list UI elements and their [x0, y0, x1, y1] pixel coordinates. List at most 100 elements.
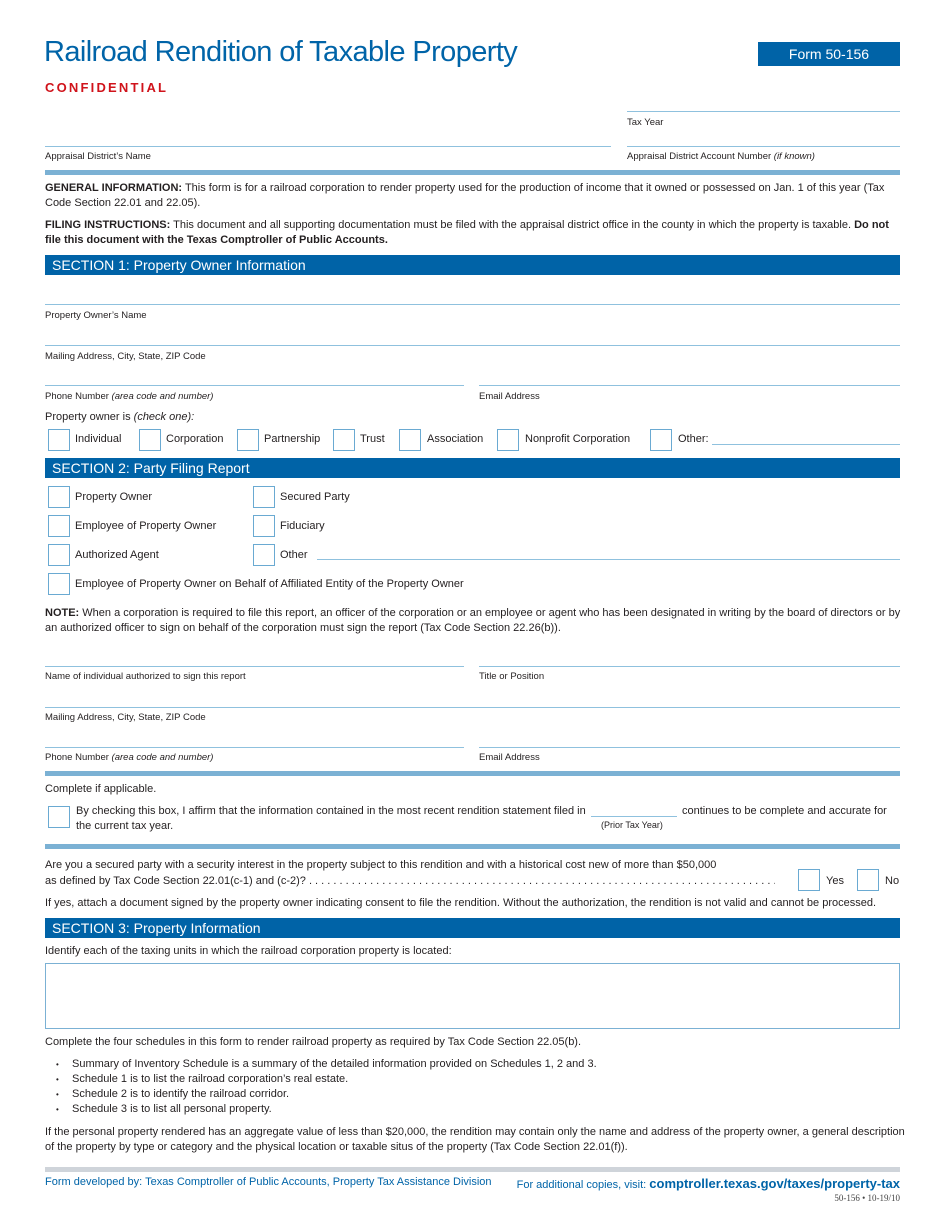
filing-instructions: FILING INSTRUCTIONS: This document and a…	[45, 218, 905, 248]
additional-copies-label: For additional copies, visit:	[516, 1179, 650, 1191]
other-party-field[interactable]	[317, 559, 900, 560]
taxing-units-textarea[interactable]	[45, 963, 900, 1029]
form-title: Railroad Rendition of Taxable Property	[44, 36, 518, 68]
general-information: GENERAL INFORMATION: This form is for a …	[45, 181, 905, 211]
complete-schedules-text: Complete the four schedules in this form…	[45, 1036, 582, 1048]
label-fiduciary: Fiduciary	[280, 520, 325, 532]
checkbox-employee-of-owner[interactable]	[48, 515, 70, 537]
signer-phone-text: Phone Number	[45, 752, 109, 763]
complete-if-applicable: Complete if applicable.	[45, 783, 157, 795]
account-number-text: Appraisal District Account Number	[627, 151, 772, 162]
checkbox-secured-party[interactable]	[253, 486, 275, 508]
signer-address-field[interactable]	[45, 707, 900, 708]
owner-name-label: Property Owner’s Name	[45, 310, 147, 321]
note-label: NOTE:	[45, 607, 80, 619]
owner-type-prompt-note: (check one):	[133, 411, 195, 423]
prior-tax-year-field[interactable]	[591, 816, 677, 817]
checkbox-authorized-agent[interactable]	[48, 544, 70, 566]
owner-phone-note: (area code and number)	[111, 391, 214, 402]
secured-party-question-line2: as defined by Tax Code Section 22.01(c-1…	[45, 875, 775, 887]
owner-address-field[interactable]	[45, 345, 900, 346]
section-3-header: SECTION 3: Property Information	[45, 918, 900, 938]
affirm-text-2: continues to be complete and accurate fo…	[682, 805, 887, 817]
label-secured-no: No	[885, 875, 900, 887]
label-employee-of-owner: Employee of Property Owner	[75, 520, 217, 532]
signer-address-label: Mailing Address, City, State, ZIP Code	[45, 712, 206, 723]
checkbox-other-owner-type[interactable]	[650, 429, 672, 451]
title-position-field[interactable]	[479, 666, 900, 667]
schedules-list: Summary of Inventory Schedule is a summa…	[56, 1057, 597, 1117]
label-authorized-agent: Authorized Agent	[75, 549, 159, 561]
divider	[45, 170, 900, 175]
label-other-owner-type: Other:	[678, 433, 709, 445]
checkbox-other-party[interactable]	[253, 544, 275, 566]
additional-copies: For additional copies, visit: comptrolle…	[517, 1176, 900, 1191]
list-item: Summary of Inventory Schedule is a summa…	[56, 1057, 597, 1072]
label-corporation: Corporation	[166, 433, 224, 445]
affirm-text-3: the current tax year.	[76, 820, 174, 832]
divider	[45, 844, 900, 849]
label-secured-party: Secured Party	[280, 491, 350, 503]
account-number-label: Appraisal District Account Number (if kn…	[627, 151, 815, 162]
appraisal-district-name-field[interactable]	[45, 146, 611, 147]
checkbox-secured-no[interactable]	[857, 869, 879, 891]
signer-email-label: Email Address	[479, 752, 540, 763]
checkbox-fiduciary[interactable]	[253, 515, 275, 537]
signer-name-label: Name of individual authorized to sign th…	[45, 671, 246, 682]
checkbox-employee-affiliated-entity[interactable]	[48, 573, 70, 595]
owner-name-field[interactable]	[45, 304, 900, 305]
label-association: Association	[427, 433, 484, 445]
confidential-label: CONFIDENTIAL	[45, 80, 169, 95]
form-code: 50-156 • 10-19/10	[834, 1193, 900, 1203]
section-1-header: SECTION 1: Property Owner Information	[45, 255, 900, 275]
signer-name-field[interactable]	[45, 666, 464, 667]
section-2-header: SECTION 2: Party Filing Report	[45, 458, 900, 478]
label-employee-affiliated-entity: Employee of Property Owner on Behalf of …	[75, 578, 464, 590]
general-info-label: GENERAL INFORMATION:	[45, 182, 183, 194]
appraisal-district-name-label: Appraisal District’s Name	[45, 151, 151, 162]
divider	[45, 771, 900, 776]
owner-type-prompt-text: Property owner is	[45, 411, 131, 423]
tax-year-label: Tax Year	[627, 117, 664, 128]
checkbox-association[interactable]	[399, 429, 421, 451]
checkbox-individual[interactable]	[48, 429, 70, 451]
label-trust: Trust	[360, 433, 385, 445]
checkbox-nonprofit-corporation[interactable]	[497, 429, 519, 451]
comptroller-link[interactable]: comptroller.texas.gov/taxes/property-tax	[649, 1176, 900, 1191]
title-position-label: Title or Position	[479, 671, 545, 682]
owner-email-field[interactable]	[479, 385, 900, 386]
signer-email-field[interactable]	[479, 747, 900, 748]
account-number-note: (if known)	[773, 151, 815, 162]
label-individual: Individual	[75, 433, 122, 445]
label-partnership: Partnership	[264, 433, 321, 445]
checkbox-secured-yes[interactable]	[798, 869, 820, 891]
account-number-field[interactable]	[627, 146, 900, 147]
list-item: Schedule 1 is to list the railroad corpo…	[56, 1072, 597, 1087]
if-yes-instruction: If yes, attach a document signed by the …	[45, 897, 877, 909]
owner-phone-field[interactable]	[45, 385, 464, 386]
form-number-badge: Form 50-156	[758, 42, 900, 66]
other-owner-type-field[interactable]	[712, 444, 900, 445]
checkbox-affirm-prior-rendition[interactable]	[48, 806, 70, 828]
label-property-owner: Property Owner	[75, 491, 153, 503]
note-text: When a corporation is required to file t…	[45, 607, 901, 634]
list-item: Schedule 3 is to list all personal prope…	[56, 1102, 597, 1117]
tax-year-field[interactable]	[627, 111, 900, 112]
signer-phone-note: (area code and number)	[111, 752, 214, 763]
filing-instructions-text: This document and all supporting documen…	[170, 219, 855, 231]
checkbox-property-owner[interactable]	[48, 486, 70, 508]
affirm-text-1: By checking this box, I affirm that the …	[76, 805, 586, 817]
prior-tax-year-label: (Prior Tax Year)	[601, 820, 663, 830]
form-developed-by: Form developed by: Texas Comptroller of …	[45, 1176, 492, 1188]
checkbox-trust[interactable]	[333, 429, 355, 451]
owner-phone-label: Phone Number (area code and number)	[45, 391, 213, 402]
label-secured-yes: Yes	[826, 875, 844, 887]
signer-phone-label: Phone Number (area code and number)	[45, 752, 213, 763]
checkbox-corporation[interactable]	[139, 429, 161, 451]
checkbox-partnership[interactable]	[237, 429, 259, 451]
signer-phone-field[interactable]	[45, 747, 464, 748]
footer-divider	[45, 1167, 900, 1172]
secured-party-question-line1: Are you a secured party with a security …	[45, 859, 717, 871]
owner-address-label: Mailing Address, City, State, ZIP Code	[45, 351, 206, 362]
label-other-party: Other	[280, 549, 308, 561]
